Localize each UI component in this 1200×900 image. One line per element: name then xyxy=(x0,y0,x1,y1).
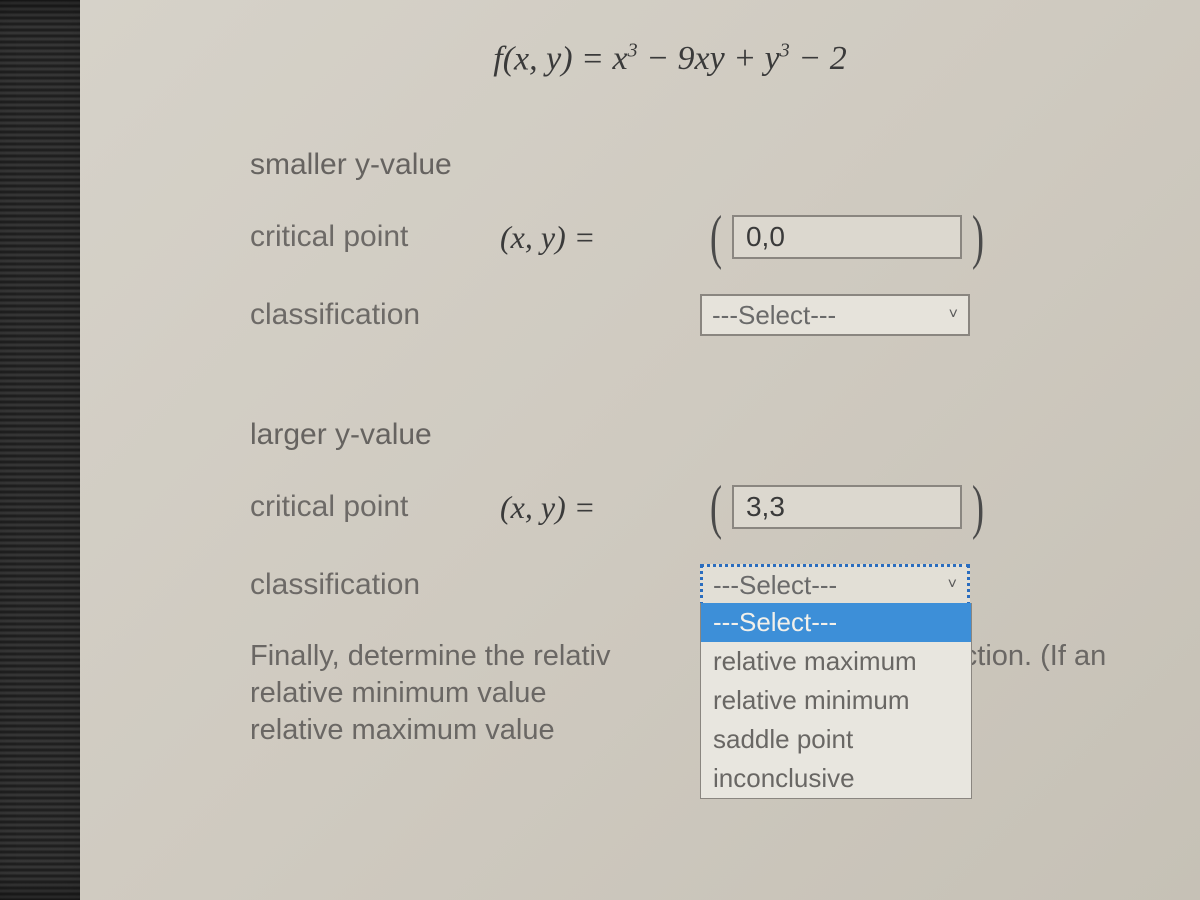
label-relative-maximum-value: relative maximum value xyxy=(250,714,680,747)
chevron-down-icon: ˅ xyxy=(948,576,957,594)
dropdown-option-saddle-point[interactable]: saddle point xyxy=(701,720,971,759)
page-content: f(x, y) = x3 − 9xy + y3 − 2 smaller y-va… xyxy=(80,0,1200,900)
critical-point-input-1[interactable] xyxy=(732,215,962,259)
dropdown-option-relative-minimum[interactable]: relative minimum xyxy=(701,681,971,720)
row-critical-point-1: critical point (x, y) = ( ) xyxy=(250,212,1170,262)
right-paren-2: ) xyxy=(968,483,987,531)
label-xy-2: (x, y) = xyxy=(500,489,700,526)
row-classification-2: classification ---Select--- ˅ ---Select-… xyxy=(250,560,1170,610)
chevron-down-icon: ˅ xyxy=(949,306,958,324)
label-critical-point-2: critical point xyxy=(250,490,500,524)
formula-rhs: x3 − 9xy + y3 − 2 xyxy=(613,40,847,77)
classification-select-1[interactable]: ---Select--- ˅ xyxy=(700,294,970,336)
classification-select-2-value: ---Select--- xyxy=(713,570,837,601)
critical-point-input-2[interactable] xyxy=(732,485,962,529)
dropdown-option-select[interactable]: ---Select--- xyxy=(701,603,971,642)
label-relative-minimum-value: relative minimum value xyxy=(250,677,680,710)
left-paren-1: ( xyxy=(706,213,725,261)
formula-lhs: f(x, y) xyxy=(493,40,572,77)
dropdown-option-inconclusive[interactable]: inconclusive xyxy=(701,759,971,798)
function-formula: f(x, y) = x3 − 9xy + y3 − 2 xyxy=(170,40,1170,78)
left-paren-2: ( xyxy=(706,483,725,531)
classification-dropdown: ---Select--- relative maximum relative m… xyxy=(700,603,972,799)
label-classification-2: classification xyxy=(250,568,700,602)
row-critical-point-2: critical point (x, y) = ( ) xyxy=(250,482,1170,532)
classification-select-1-value: ---Select--- xyxy=(712,300,836,331)
label-xy-1: (x, y) = xyxy=(500,219,700,256)
classification-select-2[interactable]: ---Select--- ˅ ---Select--- relative max… xyxy=(700,564,970,606)
section-larger-y: larger y-value xyxy=(250,418,1170,452)
dropdown-option-relative-maximum[interactable]: relative maximum xyxy=(701,642,971,681)
row-classification-1: classification ---Select--- ˅ xyxy=(250,290,1170,340)
label-classification-1: classification xyxy=(250,298,700,332)
final-line-1-left: Finally, determine the relativ xyxy=(250,640,611,673)
right-paren-1: ) xyxy=(968,213,987,261)
section-smaller-y: smaller y-value xyxy=(250,148,1170,182)
label-critical-point-1: critical point xyxy=(250,220,500,254)
